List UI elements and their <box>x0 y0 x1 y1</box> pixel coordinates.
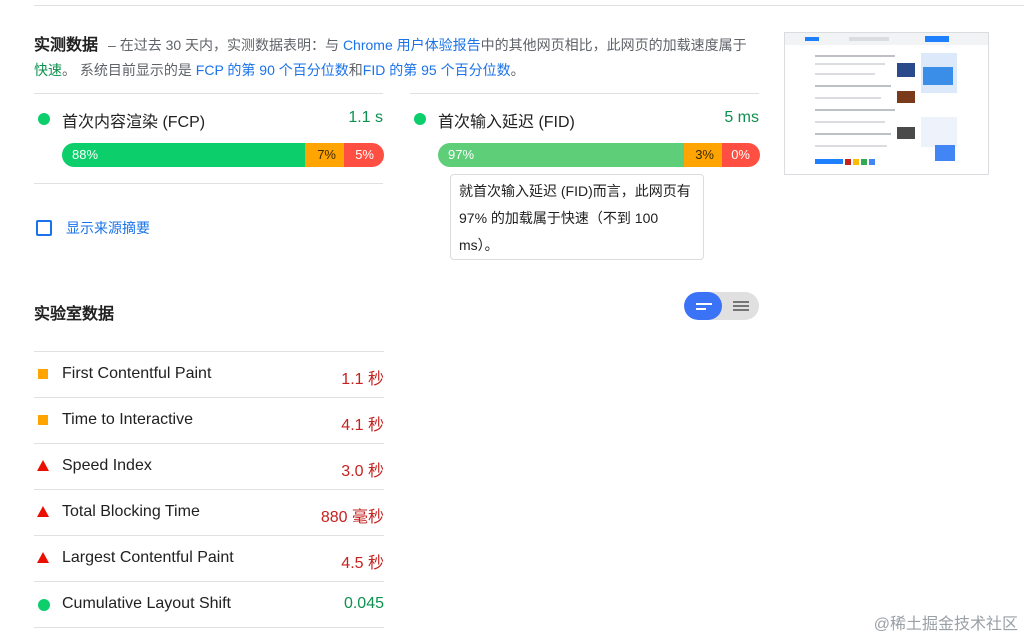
lab-metric-value: 1.1 秒 <box>341 371 384 388</box>
poor-status-icon <box>37 506 49 517</box>
lab-metric-name: Largest Contentful Paint <box>62 549 234 566</box>
list-icon <box>733 301 749 303</box>
desc-text: 中的其他网页相比，此网页的加载速度属于 <box>480 37 747 53</box>
fid-percentile-link[interactable]: FID 的第 95 个百分位数 <box>363 62 511 78</box>
lab-metric-name: Time to Interactive <box>62 411 194 428</box>
metric-header: 首次内容渲染 (FCP) 1.1 s <box>34 94 383 142</box>
crux-report-link[interactable]: 用户体验报告 <box>397 37 481 53</box>
divider <box>34 183 383 184</box>
poor-segment[interactable]: 5% <box>344 143 384 167</box>
distribution-bar[interactable]: 88% 7% 5% <box>62 143 384 167</box>
average-segment[interactable]: 7% <box>305 143 344 167</box>
lab-metric-row: Speed Index 3.0 秒 <box>34 443 384 489</box>
lab-metric-value: 880 毫秒 <box>320 509 384 526</box>
good-status-icon <box>38 113 50 125</box>
metric-name: 首次输入延迟 (FID) <box>438 114 575 131</box>
metric-fcp: 首次内容渲染 (FCP) 1.1 s 88% 7% 5% <box>34 93 384 184</box>
desc-text: 。 <box>510 62 525 78</box>
metric-name: 首次内容渲染 (FCP) <box>62 114 206 131</box>
chrome-link[interactable]: Chrome <box>343 37 393 53</box>
lab-data-title: 实验室数据 <box>34 306 115 323</box>
metric-value: 1.1 s <box>348 109 383 126</box>
list-icon <box>733 305 749 307</box>
thumbnail-image <box>785 33 988 174</box>
page-screenshot-thumbnail <box>784 32 989 175</box>
lab-metric-name: Cumulative Layout Shift <box>62 595 231 612</box>
lab-metric-name: First Contentful Paint <box>62 365 212 382</box>
compact-view-button[interactable] <box>684 292 722 320</box>
watermark: @稀土掘金技术社区 <box>873 616 1018 633</box>
poor-status-icon <box>37 460 49 471</box>
lab-metrics-table: First Contentful Paint 1.1 秒 Time to Int… <box>34 351 384 628</box>
metric-header: 首次输入延迟 (FID) 5 ms <box>410 94 759 142</box>
poor-status-icon <box>37 552 49 563</box>
poor-segment[interactable]: 0% <box>722 143 760 167</box>
good-segment[interactable]: 97% <box>438 143 684 167</box>
desc-text: 。 系统目前显示的是 <box>62 62 192 78</box>
distribution-bar[interactable]: 97% 3% 0% <box>438 143 760 167</box>
good-status-icon <box>414 113 426 125</box>
lab-metric-row: First Contentful Paint 1.1 秒 <box>34 351 384 397</box>
lab-metric-value: 0.045 <box>343 595 384 612</box>
lab-metric-row: Total Blocking Time 880 毫秒 <box>34 489 384 535</box>
good-status-icon <box>38 599 50 611</box>
lab-metric-value: 4.5 秒 <box>341 555 384 572</box>
average-status-icon <box>38 415 48 425</box>
desc-text: – 在过去 30 天内，实测数据表明：与 <box>108 37 340 53</box>
checkbox-icon[interactable] <box>36 220 52 236</box>
fid-tooltip: 就首次输入延迟 (FID)而言，此网页有97% 的加载属于快速（不到 100 m… <box>450 174 704 260</box>
good-segment[interactable]: 88% <box>62 143 305 167</box>
top-divider <box>34 5 1024 6</box>
lines-icon <box>696 308 706 310</box>
view-toggle[interactable] <box>684 292 759 320</box>
fcp-percentile-link[interactable]: FCP 的第 90 个百分位数 <box>196 62 349 78</box>
field-data-section: 实测数据 – 在过去 30 天内，实测数据表明：与 Chrome 用户体验报告中的… <box>34 33 759 83</box>
field-data-description: 实测数据 – 在过去 30 天内，实测数据表明：与 Chrome 用户体验报告中的… <box>34 33 759 83</box>
lab-metric-row: Cumulative Layout Shift 0.045 <box>34 581 384 628</box>
show-origin-summary-toggle[interactable]: 显示来源摘要 <box>36 218 150 238</box>
lab-metric-name: Speed Index <box>62 457 152 474</box>
lab-metric-row: Largest Contentful Paint 4.5 秒 <box>34 535 384 581</box>
lab-metric-name: Total Blocking Time <box>62 503 200 520</box>
desc-text: 和 <box>348 62 363 78</box>
field-data-title: 实测数据 <box>34 37 99 54</box>
fast-label: 快速 <box>34 62 62 78</box>
average-segment[interactable]: 3% <box>684 143 722 167</box>
expanded-view-button[interactable] <box>721 292 759 320</box>
origin-summary-label[interactable]: 显示来源摘要 <box>66 218 150 238</box>
lines-icon <box>696 303 712 305</box>
average-status-icon <box>38 369 48 379</box>
metric-fid: 首次输入延迟 (FID) 5 ms 97% 3% 0% <box>410 93 760 167</box>
metric-value: 5 ms <box>724 109 759 126</box>
list-icon <box>733 309 749 311</box>
lab-metric-row: Time to Interactive 4.1 秒 <box>34 397 384 443</box>
lab-metric-value: 3.0 秒 <box>341 463 384 480</box>
lab-metric-value: 4.1 秒 <box>341 417 384 434</box>
